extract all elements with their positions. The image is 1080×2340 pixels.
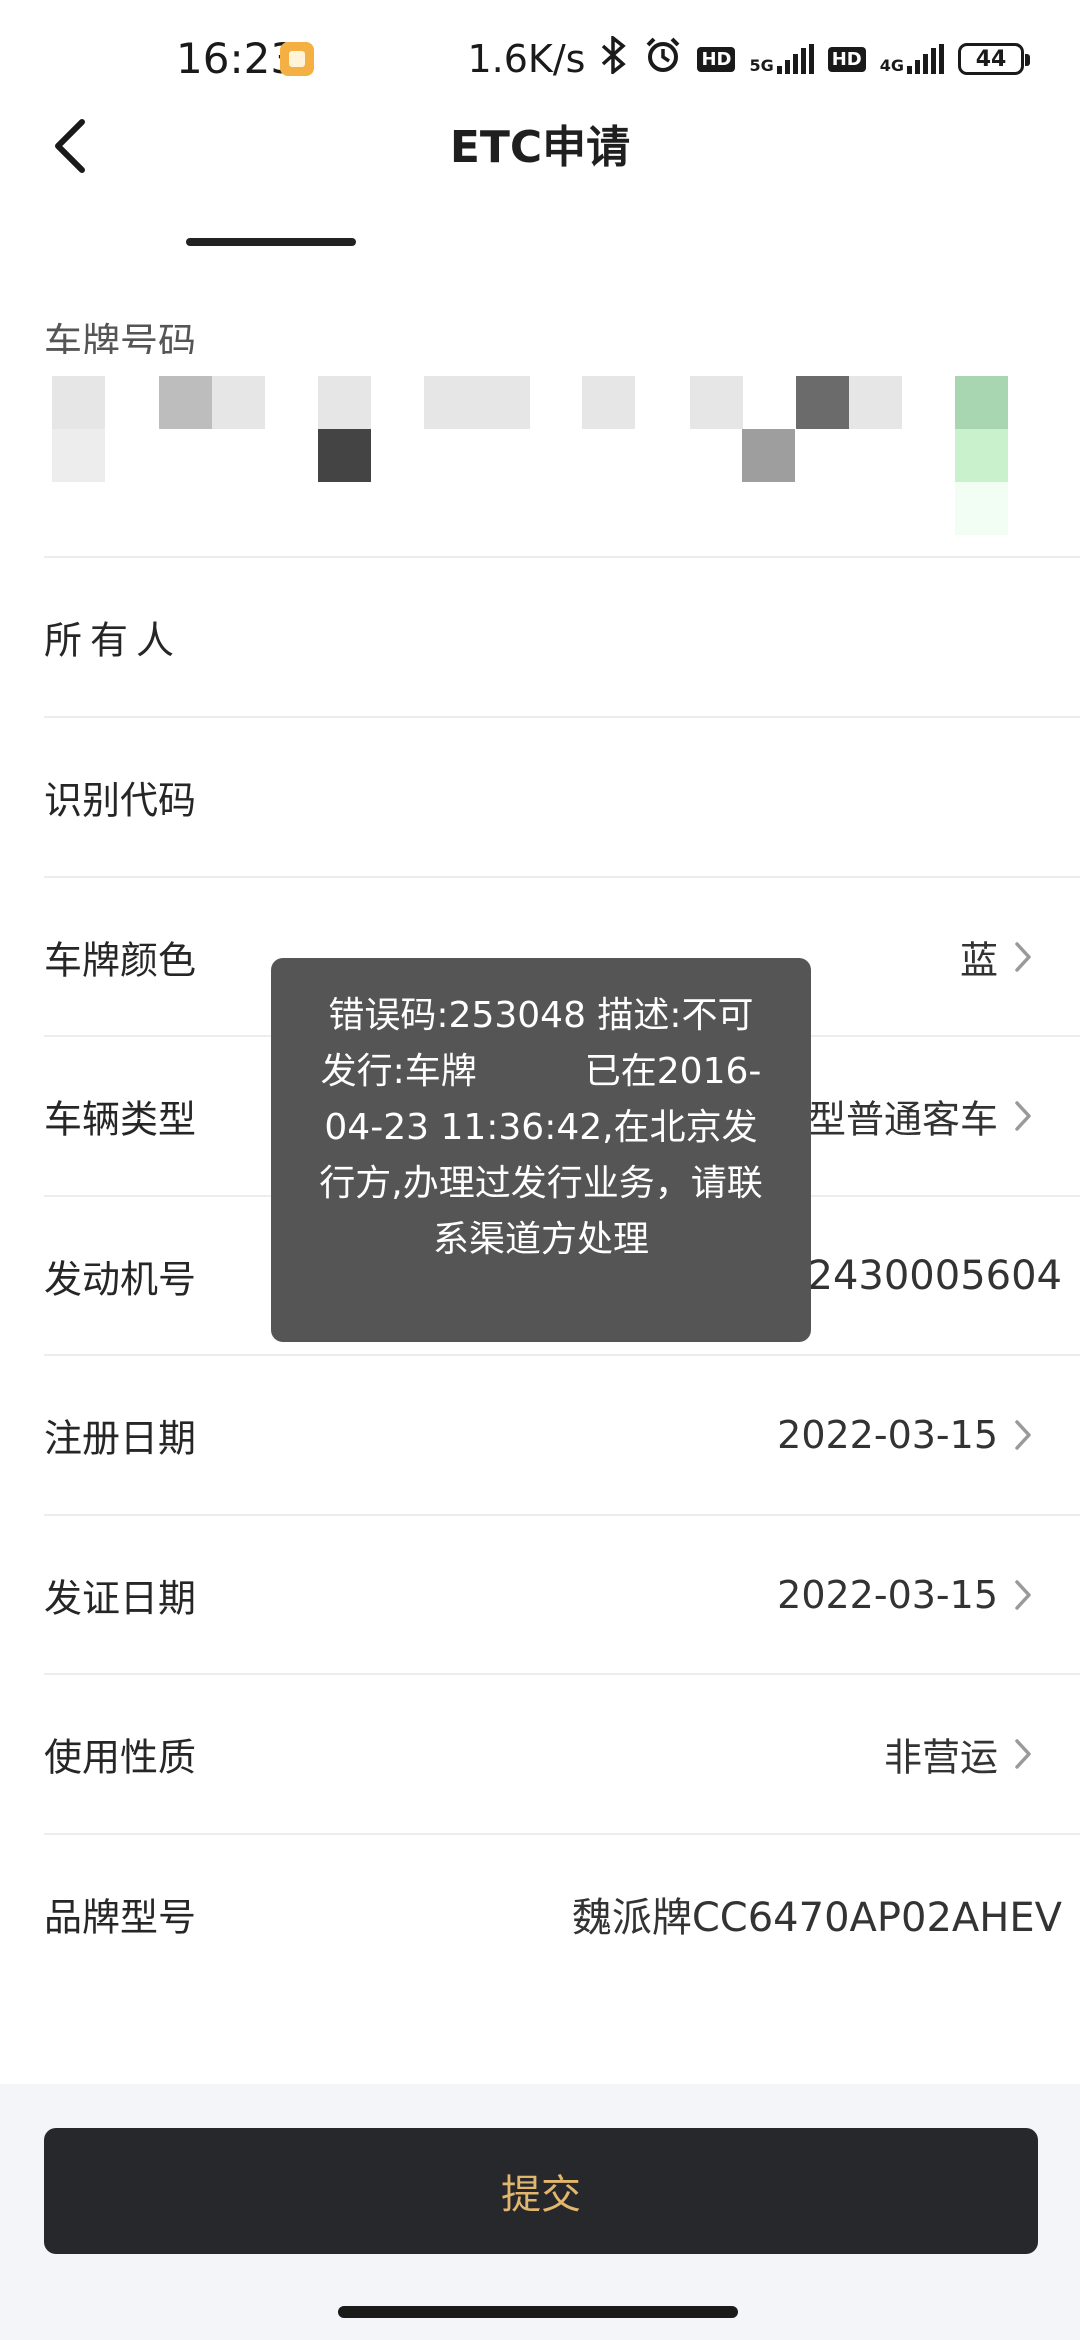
signal-bars-icon (776, 44, 814, 74)
page-title: ETC申请 (449, 122, 631, 173)
plate-cell[interactable] (582, 376, 635, 429)
tab-other-info[interactable] (728, 180, 898, 220)
chevron-right-icon (1015, 1101, 1031, 1131)
row-value: 非营运 (883, 1735, 998, 1780)
row-value: 2022-03-15 (777, 1413, 998, 1457)
status-bar: 16:23 1.6K/s HD 5G HD 4G 44 (0, 0, 1080, 118)
plate-cell-new-energy[interactable] (955, 376, 1008, 429)
row-brand-model[interactable]: 品牌型号 魏派牌CC6470AP02AHEV (44, 1833, 1080, 1993)
submit-button[interactable]: 提交 (44, 2128, 1038, 2254)
chevron-right-icon (1015, 942, 1031, 972)
plate-cell (52, 429, 105, 482)
hd-badge-2: HD (827, 46, 866, 72)
status-indicators: 1.6K/s HD 5G HD 4G 44 (467, 33, 1030, 84)
alarm-icon (643, 35, 683, 84)
plate-cell[interactable] (52, 376, 105, 429)
row-value: 蓝 (959, 938, 998, 983)
chevron-right-icon (1015, 1739, 1031, 1769)
plate-cell[interactable] (849, 376, 902, 429)
row-use-nature[interactable]: 使用性质 非营运 (44, 1673, 1080, 1833)
home-indicator[interactable] (338, 2306, 738, 2318)
signal-4g: 4G (880, 44, 944, 74)
row-label: 发证日期 (44, 1576, 197, 1621)
plate-cell[interactable] (796, 376, 849, 429)
plate-cell[interactable] (212, 376, 265, 429)
row-label: 注册日期 (44, 1416, 197, 1461)
plate-cell[interactable] (424, 376, 530, 429)
plate-cell (742, 429, 795, 482)
row-owner[interactable]: 所有人 (44, 556, 1080, 716)
plate-input[interactable] (0, 376, 1080, 546)
row-value: 2022-03-15 (777, 1573, 998, 1617)
tab-indicator (186, 238, 356, 246)
row-vin[interactable]: 识别代码 (44, 716, 1080, 876)
row-value: 2430005604 (807, 1253, 1063, 1299)
row-label: 所有人 (44, 618, 183, 663)
tab-basic-info[interactable] (186, 180, 356, 220)
plate-cell-new-energy (955, 482, 1008, 535)
row-label: 发动机号 (44, 1257, 197, 1302)
notification-icon (280, 42, 314, 76)
signal-5g: 5G (749, 44, 814, 74)
plate-cell (318, 429, 371, 482)
plate-cell[interactable] (159, 376, 212, 429)
row-label: 使用性质 (44, 1735, 197, 1780)
row-register-date[interactable]: 注册日期 2022-03-15 (44, 1354, 1080, 1514)
error-toast: 错误码:253048 描述:不可发行:车牌 已在2016-04-23 11:36… (271, 958, 811, 1342)
row-label: 品牌型号 (44, 1895, 197, 1940)
plate-cell-new-energy (955, 429, 1008, 482)
row-label: 识别代码 (44, 778, 197, 823)
row-issue-date[interactable]: 发证日期 2022-03-15 (44, 1514, 1080, 1674)
battery-icon: 44 (958, 43, 1030, 75)
chevron-right-icon (1015, 1580, 1031, 1610)
row-value: 型普通客车 (807, 1097, 998, 1142)
row-value: 魏派牌CC6470AP02AHEV (571, 1895, 1062, 1941)
chevron-right-icon (1015, 1420, 1031, 1450)
plate-cell[interactable] (318, 376, 371, 429)
row-label: 车辆类型 (44, 1097, 197, 1142)
status-time: 16:23 (176, 34, 298, 83)
plate-label: 车牌号码 (44, 320, 197, 354)
hd-badge: HD (697, 46, 736, 72)
row-label: 车牌颜色 (44, 938, 197, 983)
plate-cell[interactable] (690, 376, 743, 429)
signal-bars-icon-2 (907, 44, 944, 74)
bluetooth-icon (599, 33, 629, 83)
net-speed: 1.6K/s (467, 37, 586, 81)
